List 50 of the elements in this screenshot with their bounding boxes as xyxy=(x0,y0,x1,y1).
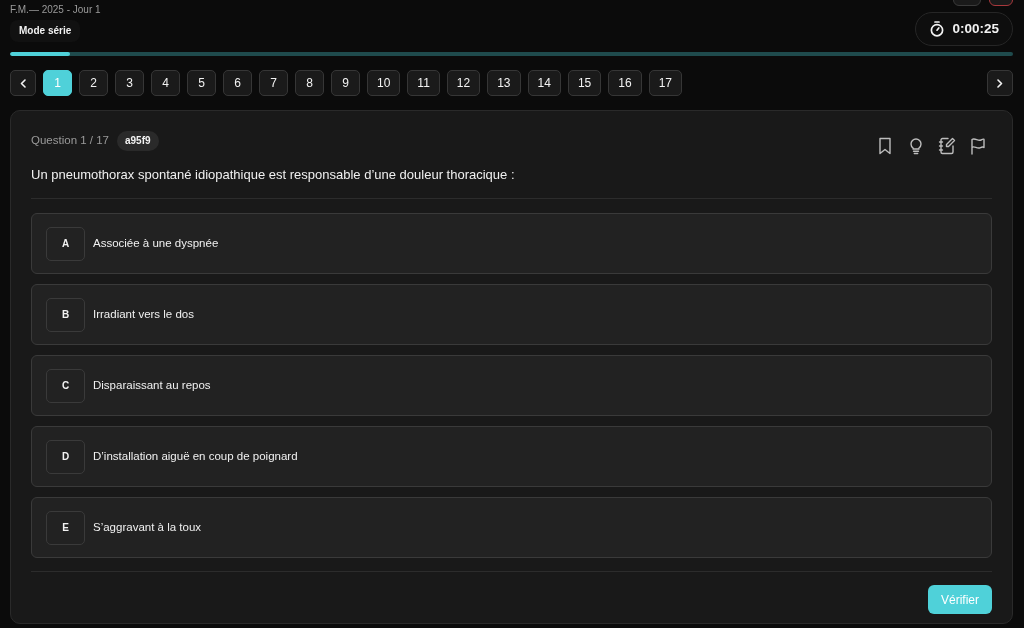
option-text: Irradiant vers le dos xyxy=(93,306,194,322)
option-text: S’aggravant à la toux xyxy=(93,519,202,535)
page-button[interactable]: 9 xyxy=(331,70,360,96)
question-text: Un pneumothorax spontané idiopathique est responsable d’une douleur thoracique : xyxy=(31,167,516,183)
page-button[interactable]: 12 xyxy=(446,70,481,96)
option-letter: B xyxy=(46,297,85,332)
option-text: Disparaissant au repos xyxy=(93,377,211,393)
page-button[interactable]: 11 xyxy=(407,70,440,96)
timer-value: 0:00:25 xyxy=(952,19,999,38)
bookmark-button[interactable] xyxy=(876,137,894,155)
flag-icon xyxy=(969,137,987,155)
session-title: F.M.— 2025 - Jour 1 xyxy=(10,3,101,17)
page-button[interactable]: 8 xyxy=(295,70,324,96)
page-button[interactable]: 7 xyxy=(259,70,288,96)
next-button[interactable] xyxy=(987,70,1013,96)
page-button[interactable]: 2 xyxy=(79,70,108,96)
bookmark-icon xyxy=(876,137,894,155)
answer-option[interactable]: A Associée à une dyspnée xyxy=(31,213,992,274)
answer-option[interactable]: B Irradiant vers le dos xyxy=(31,284,992,345)
lightbulb-icon xyxy=(907,137,925,155)
answer-option[interactable]: C Disparaissant au repos xyxy=(31,355,992,416)
hint-button[interactable] xyxy=(907,137,925,155)
chevron-right-icon xyxy=(997,78,1003,88)
option-text: Associée à une dyspnée xyxy=(93,235,219,251)
answer-option[interactable]: E S’aggravant à la toux xyxy=(31,497,992,558)
flag-button[interactable] xyxy=(969,137,987,155)
notebook-pen-icon xyxy=(938,137,956,155)
chevron-left-icon xyxy=(20,78,26,88)
mode-label: Mode série xyxy=(10,20,81,42)
answer-option[interactable]: D D’installation aiguë en coup de poignard xyxy=(31,426,992,487)
option-letter: D xyxy=(46,439,85,474)
page-button[interactable]: 4 xyxy=(151,70,180,96)
page-button[interactable]: 16 xyxy=(608,70,642,96)
page-button[interactable]: 10 xyxy=(367,70,401,96)
page-button[interactable]: 3 xyxy=(115,70,144,96)
page-button[interactable]: 13 xyxy=(487,70,521,96)
option-text: D’installation aiguë en coup de poignard xyxy=(93,448,298,464)
notes-button[interactable] xyxy=(938,137,956,155)
page-button[interactable]: 15 xyxy=(567,70,602,96)
page-button[interactable]: 5 xyxy=(187,70,216,96)
page-button[interactable]: 17 xyxy=(648,70,682,96)
option-letter: E xyxy=(46,510,85,545)
question-counter: Question 1 / 17 xyxy=(31,133,109,149)
stopwatch-icon xyxy=(930,21,945,37)
page-button[interactable]: 6 xyxy=(223,70,252,96)
option-letter: C xyxy=(46,368,85,403)
question-id-tag: a95f9 xyxy=(117,131,159,151)
option-letter: A xyxy=(46,226,85,261)
previous-button[interactable] xyxy=(10,70,36,96)
page-button[interactable]: 14 xyxy=(527,70,561,96)
